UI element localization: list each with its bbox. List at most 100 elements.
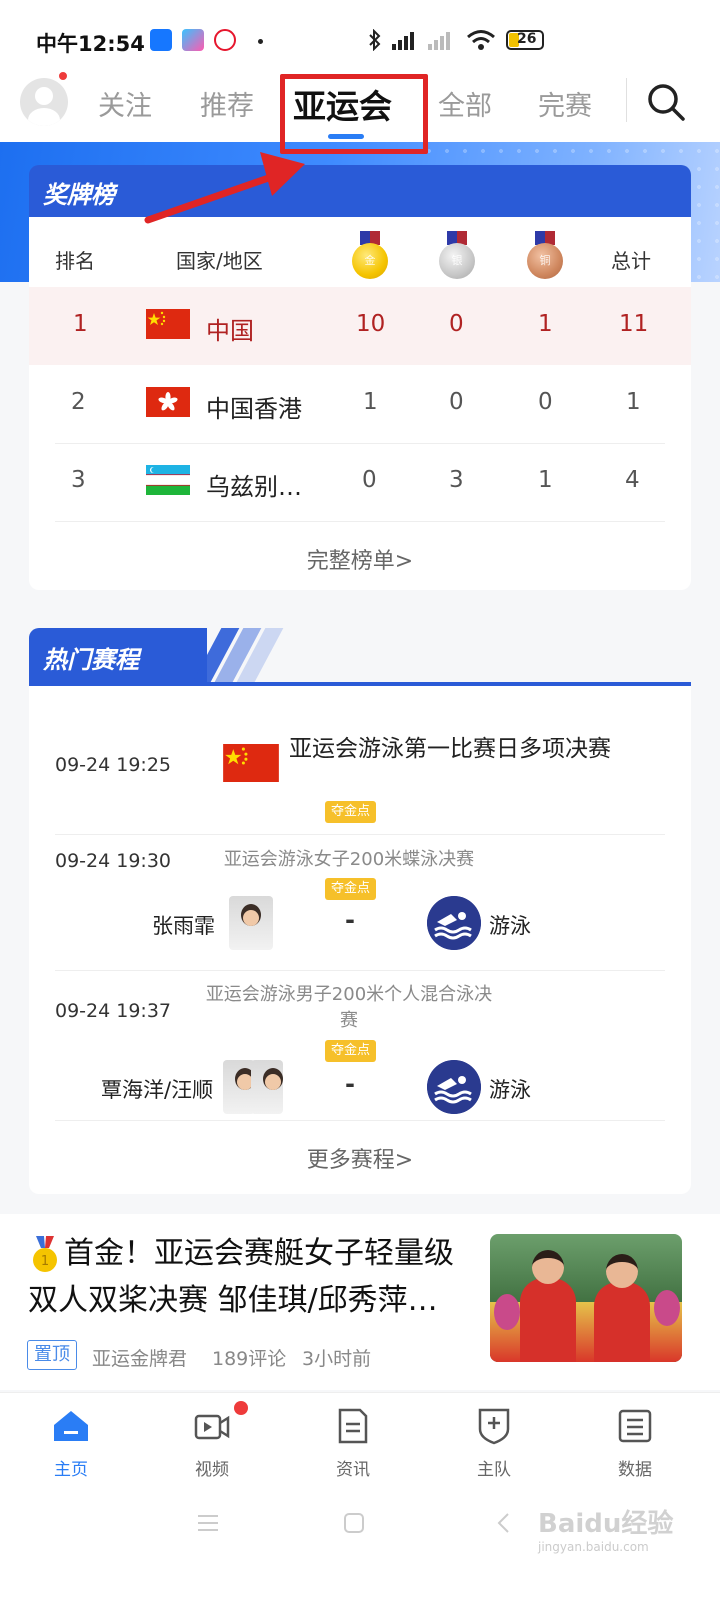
news-icon xyxy=(338,1408,368,1444)
event-title: 亚运会游泳男子200米个人混合泳决赛 xyxy=(205,984,493,1031)
bronze-medal-icon: 铜 xyxy=(526,231,564,281)
header-total: 总计 xyxy=(611,249,651,273)
news-title: 首金！亚运会赛艇女子轻量级双人双桨决赛 邹佳琪/邱秀萍… xyxy=(28,1236,454,1318)
nav-team[interactable]: 主队 xyxy=(454,1407,534,1480)
status-bar: 中午12:54 26 xyxy=(0,0,720,70)
row-total: 11 xyxy=(619,311,649,337)
row-silver: 0 xyxy=(449,311,464,337)
event-item[interactable]: 09-24 19:37 亚运会游泳男子200米个人混合泳决赛 夺金点 覃海洋/汪… xyxy=(29,970,691,1120)
medal-table-card: 奖牌榜 排名 国家/地区 金 银 铜 总计 1 中国 10 0 1 11 2 中… xyxy=(29,165,691,590)
notification-dot-icon xyxy=(258,39,263,44)
player-name: 覃海洋/汪顺 xyxy=(101,1078,214,1102)
match-score: - xyxy=(345,1070,355,1098)
highlight-box xyxy=(280,74,428,154)
annotation-arrow-icon xyxy=(144,152,305,224)
news-thumbnail xyxy=(490,1234,682,1362)
player-photo xyxy=(229,896,273,950)
schedule-title: 热门赛程 xyxy=(43,646,139,674)
wifi-icon xyxy=(467,30,495,50)
match-score: - xyxy=(345,906,355,934)
player-name: 张雨霏 xyxy=(152,914,215,938)
event-divider xyxy=(55,1120,665,1121)
tab-finished[interactable]: 完赛 xyxy=(538,84,592,123)
row-rank: 1 xyxy=(73,311,88,337)
nav-data[interactable]: 数据 xyxy=(595,1407,675,1480)
avatar-badge-icon xyxy=(57,70,69,82)
video-app-icon xyxy=(182,29,204,51)
data-icon xyxy=(618,1409,652,1443)
event-title: 亚运会游泳女子200米蝶泳决赛 xyxy=(223,849,475,870)
medal-table-body: 排名 国家/地区 金 银 铜 总计 1 中国 10 0 1 11 2 中国香港 … xyxy=(29,217,691,590)
tab-all[interactable]: 全部 xyxy=(438,84,492,123)
row-bronze: 0 xyxy=(538,389,553,415)
nav-video-label: 视频 xyxy=(195,1460,229,1480)
back-icon[interactable] xyxy=(492,1511,516,1535)
row-gold: 1 xyxy=(363,389,378,415)
nav-video[interactable]: 视频 xyxy=(172,1401,252,1480)
hong-kong-flag-icon xyxy=(146,387,190,417)
nav-team-label: 主队 xyxy=(477,1460,511,1480)
nav-data-label: 数据 xyxy=(618,1460,652,1480)
news-author: 亚运金牌君 xyxy=(92,1348,188,1370)
uzbekistan-flag-icon xyxy=(146,465,190,495)
bluetooth-icon xyxy=(369,29,381,51)
header-rank: 排名 xyxy=(55,249,95,273)
video-icon xyxy=(194,1414,230,1440)
bottom-nav: 主页 视频 资讯 主队 数据 Baidu经验 jingyan.baidu.com xyxy=(0,1392,720,1600)
header-country: 国家/地区 xyxy=(176,249,263,273)
nav-home[interactable]: 主页 xyxy=(31,1407,111,1480)
gold-chance-badge: 夺金点 xyxy=(325,801,377,823)
tab-recommend[interactable]: 推荐 xyxy=(200,84,254,123)
player-photo xyxy=(251,1060,283,1114)
event-time: 09-24 19:25 xyxy=(55,754,172,776)
row-country: 中国 xyxy=(206,317,254,345)
row-divider xyxy=(55,521,665,522)
avatar[interactable] xyxy=(20,78,68,126)
medal-table-header: 奖牌榜 xyxy=(29,165,691,217)
row-total: 4 xyxy=(625,467,640,493)
video-badge-icon xyxy=(234,1401,248,1415)
medal-table-title: 奖牌榜 xyxy=(43,181,115,209)
news-item[interactable]: 1 首金！亚运会赛艇女子轻量级双人双桨决赛 邹佳琪/邱秀萍… 置顶 亚运金牌君 … xyxy=(0,1214,720,1390)
schedule-card: 热门赛程 09-24 19:25 亚运会游泳第一比赛日多项决赛 夺金点 09-2… xyxy=(29,628,691,1194)
screen: 中午12:54 26 关注 推荐 亚运会 全部 完赛 奖牌榜 排名 国家/地区 … xyxy=(0,0,720,1600)
event-item[interactable]: 09-24 19:25 亚运会游泳第一比赛日多项决赛 夺金点 xyxy=(29,686,691,836)
sport-name: 游泳 xyxy=(489,914,531,938)
medal-row[interactable]: 1 中国 10 0 1 11 xyxy=(29,287,691,365)
gold-medal-icon: 金 xyxy=(351,231,389,281)
row-country: 乌兹别… xyxy=(206,473,302,501)
nav-news-label: 资讯 xyxy=(336,1460,370,1480)
tab-follow[interactable]: 关注 xyxy=(98,84,152,123)
event-item[interactable]: 09-24 19:30 亚运会游泳女子200米蝶泳决赛 夺金点 张雨霏 - 游泳 xyxy=(29,834,691,970)
news-time: 3小时前 xyxy=(302,1348,372,1370)
event-time: 09-24 19:37 xyxy=(55,1000,172,1022)
nav-home-label: 主页 xyxy=(54,1460,88,1480)
row-gold: 0 xyxy=(362,467,377,493)
full-medal-table-link[interactable]: 完整榜单> xyxy=(29,543,691,575)
more-schedule-link[interactable]: 更多赛程> xyxy=(29,1142,691,1174)
signal-icon xyxy=(392,32,414,50)
weibo-icon xyxy=(214,29,236,51)
medal-row[interactable]: 3 乌兹别… 0 3 1 4 xyxy=(29,443,691,521)
battery-level: 26 xyxy=(517,31,537,47)
event-time: 09-24 19:30 xyxy=(55,850,172,872)
swimming-icon xyxy=(427,896,481,950)
search-icon[interactable] xyxy=(646,82,686,122)
signal-2-icon xyxy=(428,32,450,50)
event-title: 亚运会游泳第一比赛日多项决赛 xyxy=(289,736,611,762)
swimming-icon xyxy=(427,1060,481,1114)
medal-row[interactable]: 2 中国香港 1 0 0 1 xyxy=(29,365,691,443)
alipay-icon xyxy=(150,29,172,51)
menu-icon[interactable] xyxy=(196,1511,220,1535)
sport-name: 游泳 xyxy=(489,1078,531,1102)
nav-news[interactable]: 资讯 xyxy=(313,1407,393,1480)
home-button-icon[interactable] xyxy=(342,1511,366,1535)
row-gold: 10 xyxy=(356,311,386,337)
news-comments: 189评论 xyxy=(212,1348,287,1370)
row-bronze: 1 xyxy=(538,467,553,493)
team-shield-icon xyxy=(478,1408,510,1445)
row-rank: 2 xyxy=(71,389,86,415)
schedule-header: 热门赛程 xyxy=(29,628,691,686)
status-time: 中午12:54 xyxy=(36,32,145,56)
pinned-badge: 置顶 xyxy=(27,1340,77,1370)
